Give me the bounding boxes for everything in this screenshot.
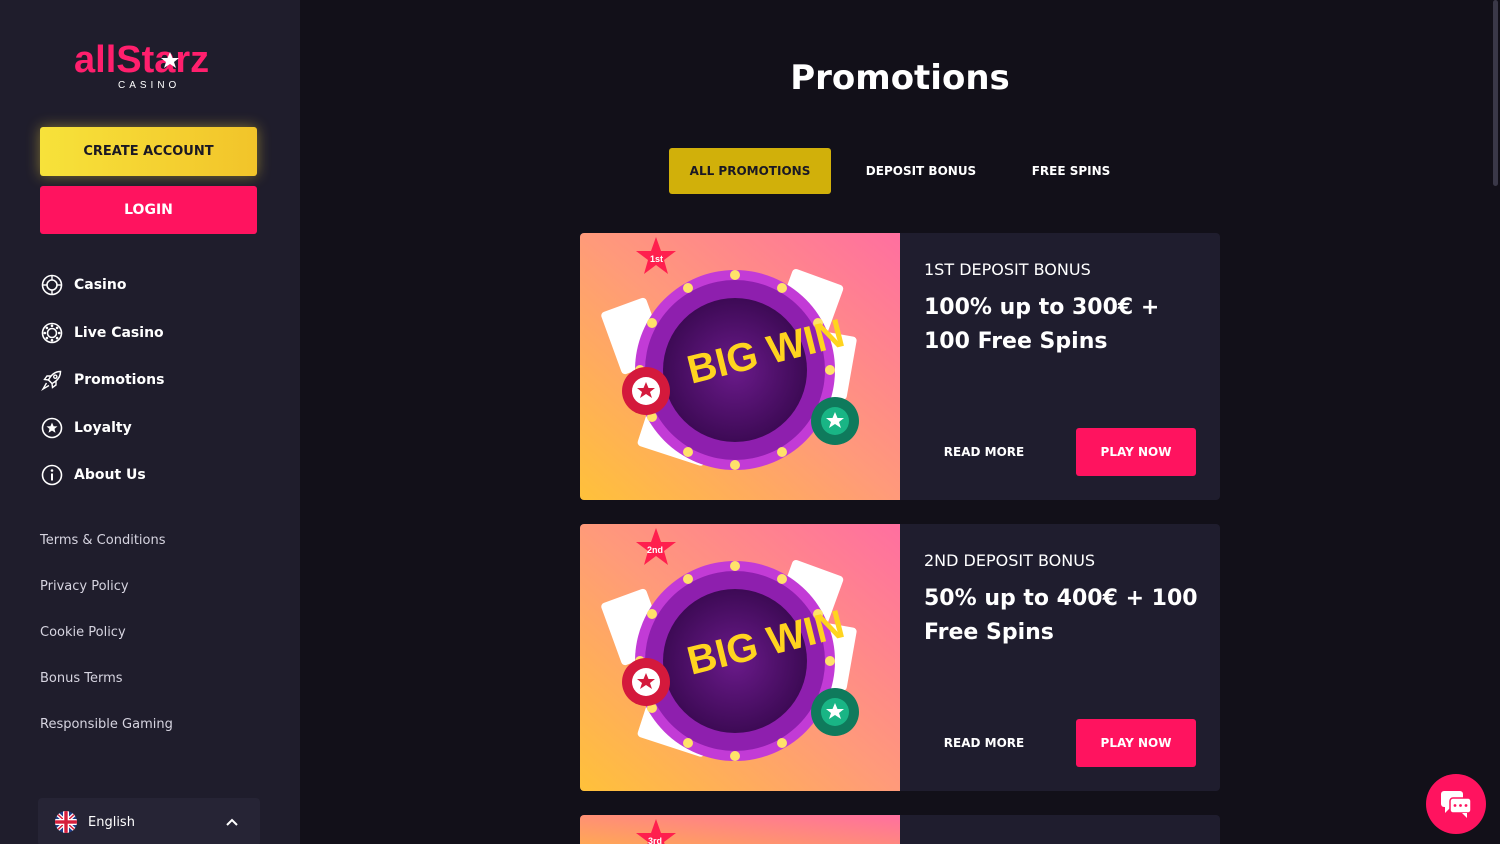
logo-mark: allStarz CASINO	[74, 39, 209, 91]
sidebar-item-live-casino[interactable]: Live Casino	[40, 320, 164, 346]
chat-icon	[1441, 791, 1472, 818]
create-account-button[interactable]: CREATE ACCOUNT	[40, 127, 257, 176]
read-more-button[interactable]: READ MORE	[924, 428, 1044, 476]
big-win-banner-image: 3rd	[580, 815, 900, 844]
promotion-category: 1ST DEPOSIT BONUS	[924, 260, 1091, 279]
terms-link[interactable]: Terms & Conditions	[40, 533, 166, 548]
promotion-card: BIG WIN 2nd 2ND DEPOSIT BONUS 50% up to …	[580, 524, 1220, 791]
svg-text:1st: 1st	[650, 254, 663, 264]
svg-text:3rd: 3rd	[648, 836, 662, 844]
chip-icon	[41, 322, 63, 344]
sidebar: allStarz CASINO CREATE ACCOUNT LOGIN Cas…	[0, 0, 300, 844]
sidebar-item-casino[interactable]: Casino	[40, 272, 126, 298]
brand-logo[interactable]: allStarz CASINO	[74, 38, 224, 91]
promotion-headline: 100% up to 300€ + 100 Free Spins	[924, 295, 1160, 354]
star-circle-icon	[41, 417, 63, 439]
app-root: allStarz CASINO CREATE ACCOUNT LOGIN Cas…	[0, 0, 1500, 844]
chat-button[interactable]	[1426, 774, 1486, 834]
tab-free-spins[interactable]: FREE SPINS	[1011, 148, 1131, 194]
svg-text:2nd: 2nd	[647, 545, 663, 555]
promotion-card: 3rd	[580, 815, 1220, 844]
cookie-policy-link[interactable]: Cookie Policy	[40, 625, 126, 640]
scrollbar[interactable]	[1493, 0, 1498, 186]
roulette-icon	[41, 274, 63, 296]
sidebar-item-loyalty[interactable]: Loyalty	[40, 415, 132, 441]
svg-text:CASINO: CASINO	[118, 80, 180, 90]
sidebar-item-label: Live Casino	[74, 325, 164, 341]
tab-all-promotions[interactable]: ALL PROMOTIONS	[669, 148, 831, 194]
promotion-category: 2ND DEPOSIT BONUS	[924, 551, 1096, 570]
sidebar-item-about-us[interactable]: About Us	[40, 462, 146, 488]
language-label: English	[88, 814, 135, 830]
sidebar-item-label: Promotions	[74, 372, 165, 388]
info-icon	[41, 464, 63, 486]
language-selector[interactable]: English	[38, 798, 260, 844]
responsible-gaming-link[interactable]: Responsible Gaming	[40, 717, 173, 732]
sidebar-item-promotions[interactable]: Promotions	[40, 367, 164, 393]
rocket-icon	[41, 370, 62, 391]
play-now-button[interactable]: PLAY NOW	[1076, 719, 1196, 767]
big-win-banner-image: BIG WIN 2nd	[580, 524, 900, 791]
privacy-policy-link[interactable]: Privacy Policy	[40, 579, 129, 594]
sidebar-item-label: Loyalty	[74, 420, 132, 436]
tab-deposit-bonus[interactable]: DEPOSIT BONUS	[846, 148, 996, 194]
login-button[interactable]: LOGIN	[40, 186, 257, 234]
svg-text:allStarz: allStarz	[74, 39, 209, 81]
play-now-button[interactable]: PLAY NOW	[1076, 428, 1196, 476]
page-title: Promotions	[790, 58, 1010, 98]
big-win-banner-image: BIG WIN 1st	[580, 233, 900, 500]
bonus-terms-link[interactable]: Bonus Terms	[40, 671, 123, 686]
read-more-button[interactable]: READ MORE	[924, 719, 1044, 767]
sidebar-item-label: Casino	[74, 277, 127, 293]
chevron-up-icon	[226, 818, 238, 826]
uk-flag-icon	[55, 811, 77, 833]
promotion-headline: 50% up to 400€ + 100 Free Spins	[924, 586, 1198, 645]
sidebar-item-label: About Us	[74, 467, 146, 483]
promotion-card: BIG WIN 1st 1ST DEPOSIT BONUS 100% up to…	[580, 233, 1220, 500]
